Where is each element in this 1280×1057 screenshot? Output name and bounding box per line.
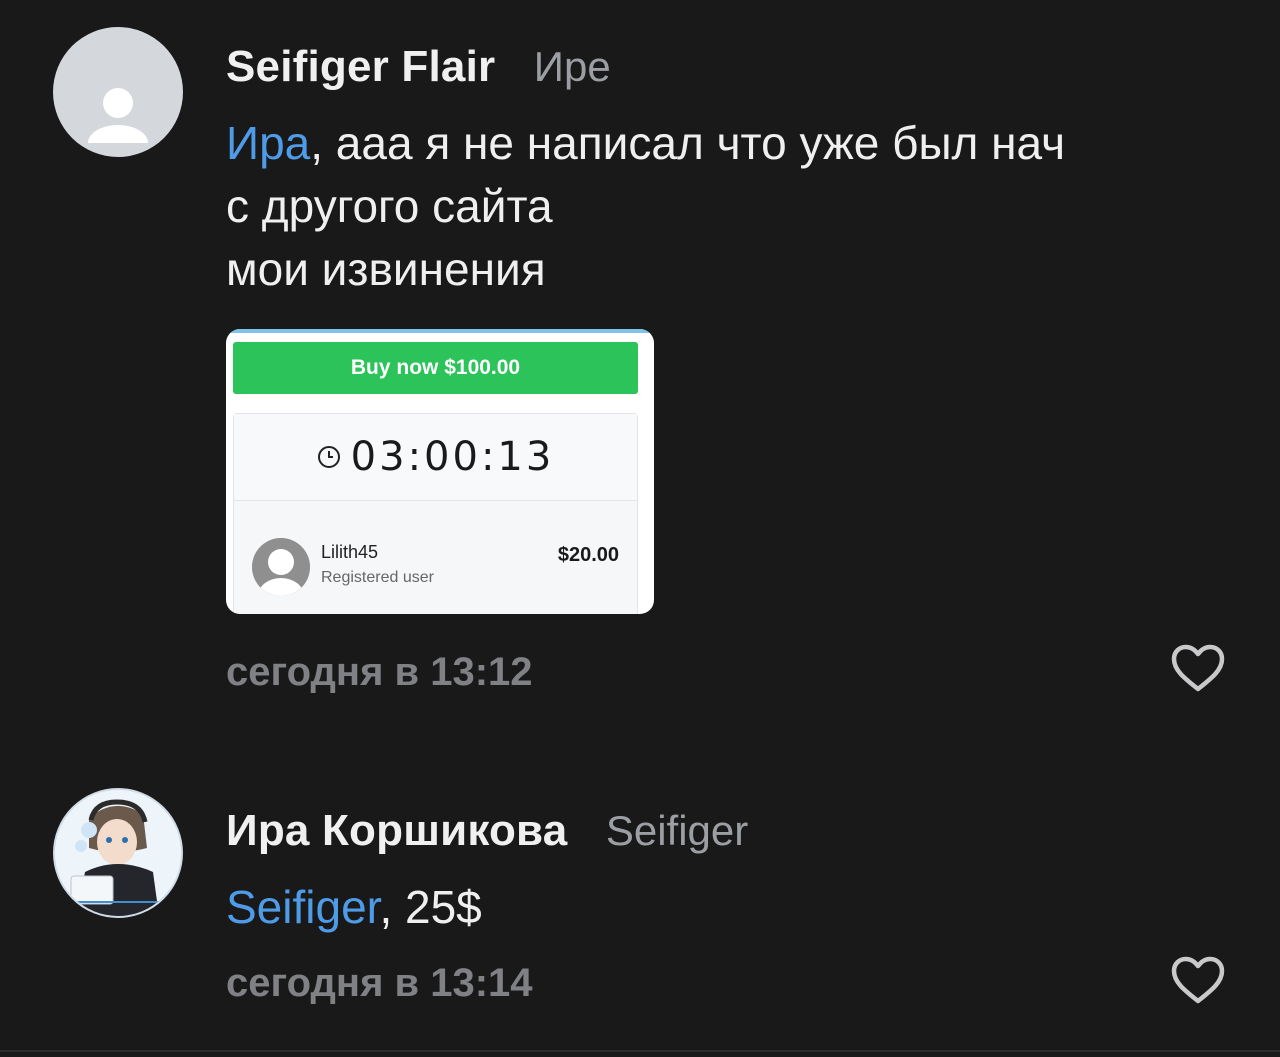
- heart-outline-icon[interactable]: [1170, 955, 1226, 1005]
- bid-amount: $20.00: [557, 544, 619, 566]
- comment-text: Ира, ааа я не написал что уже был нач с …: [226, 112, 1065, 301]
- user-placeholder-icon: [252, 538, 310, 596]
- timestamp: сегодня в 13:12: [226, 650, 533, 694]
- bidder-role: Registered user: [321, 569, 434, 586]
- comment-text-line1: , 25$: [379, 881, 482, 933]
- author-name[interactable]: Ира Коршикова: [226, 806, 567, 855]
- timer-row: 03:00:13: [234, 414, 637, 501]
- attachment-image[interactable]: Buy now $100.00 03:00:13 Lilith45 Regist…: [226, 329, 654, 614]
- mention-link[interactable]: Ира: [226, 117, 310, 169]
- auction-box: 03:00:13 Lilith45 Registered user $20.00: [233, 413, 638, 614]
- comment-header: Ира Коршикова Seifiger: [226, 806, 748, 856]
- buy-now-button: Buy now $100.00: [233, 342, 638, 394]
- comment-text: Seifiger, 25$: [226, 876, 482, 939]
- divider: [0, 1050, 1280, 1052]
- comment-text-line3: мои извинения: [226, 243, 546, 295]
- illustrated-avatar: [55, 790, 181, 916]
- attachment-top-border: [226, 329, 654, 333]
- comment-text-line2: с другого сайта: [226, 180, 553, 232]
- comment-text-line1: , ааа я не написал что уже был нач: [310, 117, 1066, 169]
- heart-outline-icon[interactable]: [1170, 643, 1226, 693]
- clock-icon: [317, 446, 340, 468]
- comment-header: Seifiger Flair Ире: [226, 42, 611, 92]
- timestamp: сегодня в 13:14: [226, 961, 533, 1005]
- author-name[interactable]: Seifiger Flair: [226, 42, 495, 91]
- bidder-name: Lilith45: [321, 542, 379, 562]
- countdown-timer: 03:00:13: [350, 434, 555, 480]
- avatar[interactable]: [53, 788, 183, 918]
- mention-link[interactable]: Seifiger: [226, 881, 379, 933]
- reply-to-name[interactable]: Ире: [534, 43, 611, 90]
- bidder-avatar: [252, 538, 310, 596]
- avatar[interactable]: [53, 27, 183, 157]
- user-placeholder-icon: [88, 88, 148, 143]
- reply-to-name[interactable]: Seifiger: [606, 807, 748, 854]
